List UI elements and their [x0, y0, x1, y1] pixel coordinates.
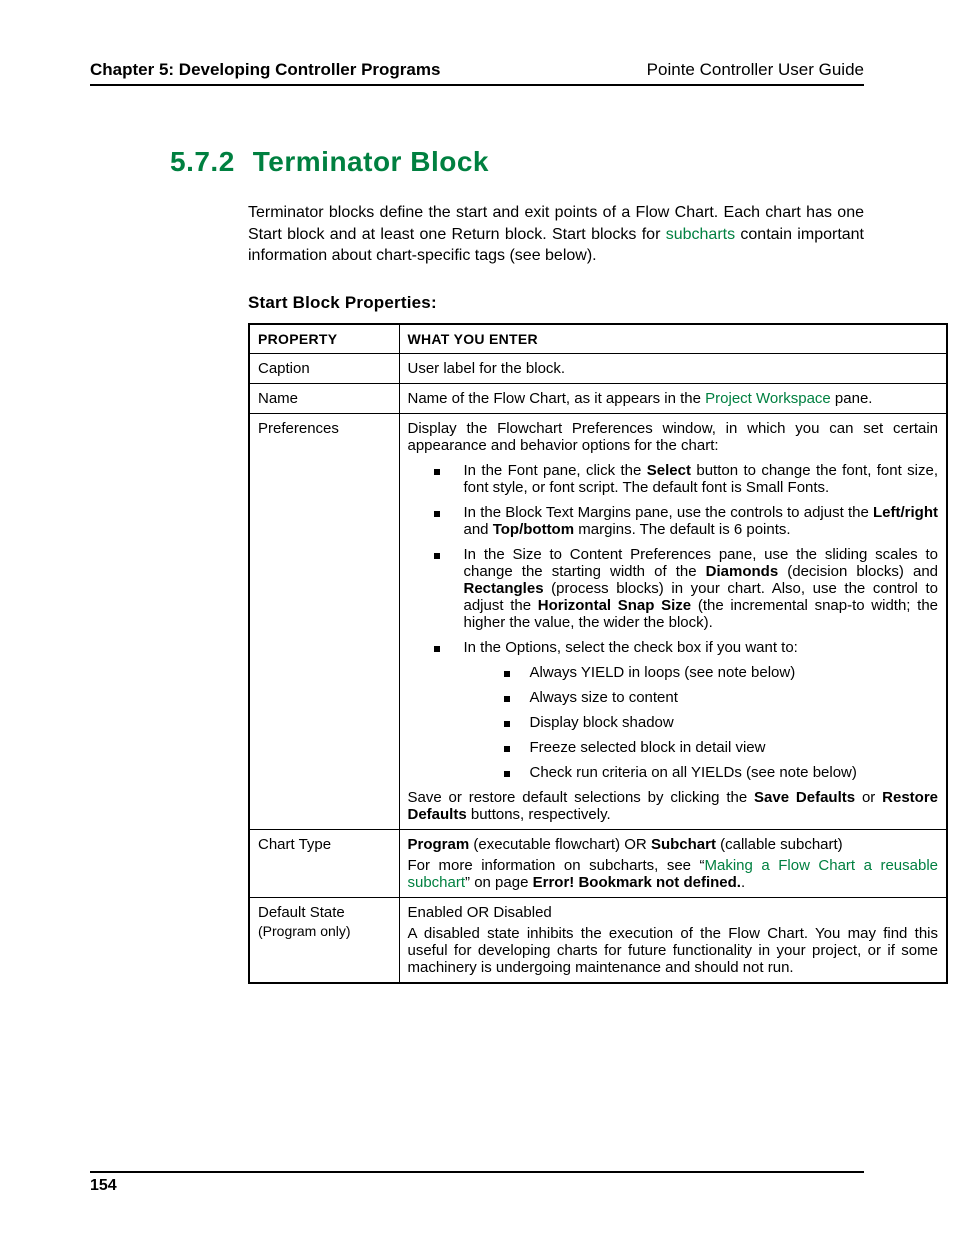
start-block-properties-heading: Start Block Properties:	[248, 293, 864, 313]
t: (decision blocks) and	[778, 563, 938, 580]
t: For more information on subcharts, see “	[408, 857, 705, 874]
t: ” on page	[465, 874, 533, 891]
table-row: Name Name of the Flow Chart, as it appea…	[249, 383, 947, 413]
t: Save or restore default selections by cl…	[408, 789, 755, 806]
val-name: Name of the Flow Chart, as it appears in…	[399, 383, 947, 413]
page-header: Chapter 5: Developing Controller Program…	[90, 60, 864, 86]
prop-caption: Caption	[249, 353, 399, 383]
prefs-bullet-font: In the Font pane, click the Select butto…	[434, 462, 939, 496]
opt-size-to-content: Always size to content	[504, 689, 939, 706]
page-number: 154	[90, 1177, 117, 1195]
prop-name: Name	[249, 383, 399, 413]
default-state-val1: Enabled OR Disabled	[408, 904, 939, 921]
guide-label: Pointe Controller User Guide	[647, 60, 864, 80]
opt-always-yield: Always YIELD in loops (see note below)	[504, 664, 939, 681]
save-defaults-bold: Save Defaults	[754, 789, 855, 806]
t: In the Block Text Margins pane, use the …	[464, 504, 874, 521]
val-caption: User label for the block.	[399, 353, 947, 383]
footer-rule	[90, 1171, 864, 1173]
prop-default-state: Default State (Program only)	[249, 897, 399, 983]
t: (callable subchart)	[716, 836, 843, 853]
val-preferences: Display the Flowchart Preferences window…	[399, 413, 947, 829]
intro-paragraph: Terminator blocks define the start and e…	[248, 202, 864, 267]
select-bold: Select	[647, 462, 691, 479]
opt-check-run-criteria: Check run criteria on all YIELDs (see no…	[504, 764, 939, 781]
default-state-val2: A disabled state inhibits the execution …	[408, 925, 939, 976]
program-bold: Program	[408, 836, 470, 853]
val-default-state: Enabled OR Disabled A disabled state inh…	[399, 897, 947, 983]
hsnap-bold: Horizontal Snap Size	[538, 597, 691, 614]
subcharts-link[interactable]: subcharts	[666, 226, 735, 243]
diamonds-bold: Diamonds	[706, 563, 779, 580]
table-header-row: PROPERTY WHAT YOU ENTER	[249, 324, 947, 354]
t: or	[855, 789, 882, 806]
bookmark-error-bold: Error! Bookmark not defined.	[533, 874, 741, 891]
t: (executable flowchart) OR	[469, 836, 651, 853]
properties-table: PROPERTY WHAT YOU ENTER Caption User lab…	[248, 323, 948, 984]
chapter-label: Chapter 5: Developing Controller Program…	[90, 60, 440, 80]
rectangles-bold: Rectangles	[464, 580, 544, 597]
table-row: Caption User label for the block.	[249, 353, 947, 383]
table-row: Preferences Display the Flowchart Prefer…	[249, 413, 947, 829]
prefs-bullet-margins: In the Block Text Margins pane, use the …	[434, 504, 939, 538]
leftright-bold: Left/right	[873, 504, 938, 521]
t: and	[464, 521, 493, 538]
section-heading: 5.7.2 Terminator Block	[170, 146, 864, 178]
prefs-footer: Save or restore default selections by cl…	[408, 789, 939, 823]
prop-chart-type: Chart Type	[249, 829, 399, 897]
table-row: Chart Type Program (executable flowchart…	[249, 829, 947, 897]
prefs-bullet-options: In the Options, select the check box if …	[434, 639, 939, 781]
t: In the Font pane, click the	[464, 462, 647, 479]
default-state-l2: (Program only)	[258, 923, 391, 939]
table-row: Default State (Program only) Enabled OR …	[249, 897, 947, 983]
project-workspace-link[interactable]: Project Workspace	[705, 390, 831, 407]
opt-freeze-block: Freeze selected block in detail view	[504, 739, 939, 756]
col-property: PROPERTY	[249, 324, 399, 354]
name-post: pane.	[831, 390, 873, 407]
prefs-intro: Display the Flowchart Preferences window…	[408, 420, 939, 454]
section-title: Terminator Block	[253, 146, 489, 178]
prefs-bullet-size: In the Size to Content Preferences pane,…	[434, 546, 939, 631]
val-chart-type: Program (executable flowchart) OR Subcha…	[399, 829, 947, 897]
name-pre: Name of the Flow Chart, as it appears in…	[408, 390, 706, 407]
t: margins. The default is 6 points.	[574, 521, 791, 538]
subchart-bold: Subchart	[651, 836, 716, 853]
prop-preferences: Preferences	[249, 413, 399, 829]
t: In the Options, select the check box if …	[464, 639, 798, 656]
t: .	[741, 874, 745, 891]
col-what-you-enter: WHAT YOU ENTER	[399, 324, 947, 354]
t: buttons, respectively.	[467, 806, 611, 823]
section-number: 5.7.2	[170, 146, 235, 178]
opt-block-shadow: Display block shadow	[504, 714, 939, 731]
default-state-l1: Default State	[258, 904, 391, 921]
topbottom-bold: Top/bottom	[493, 521, 574, 538]
